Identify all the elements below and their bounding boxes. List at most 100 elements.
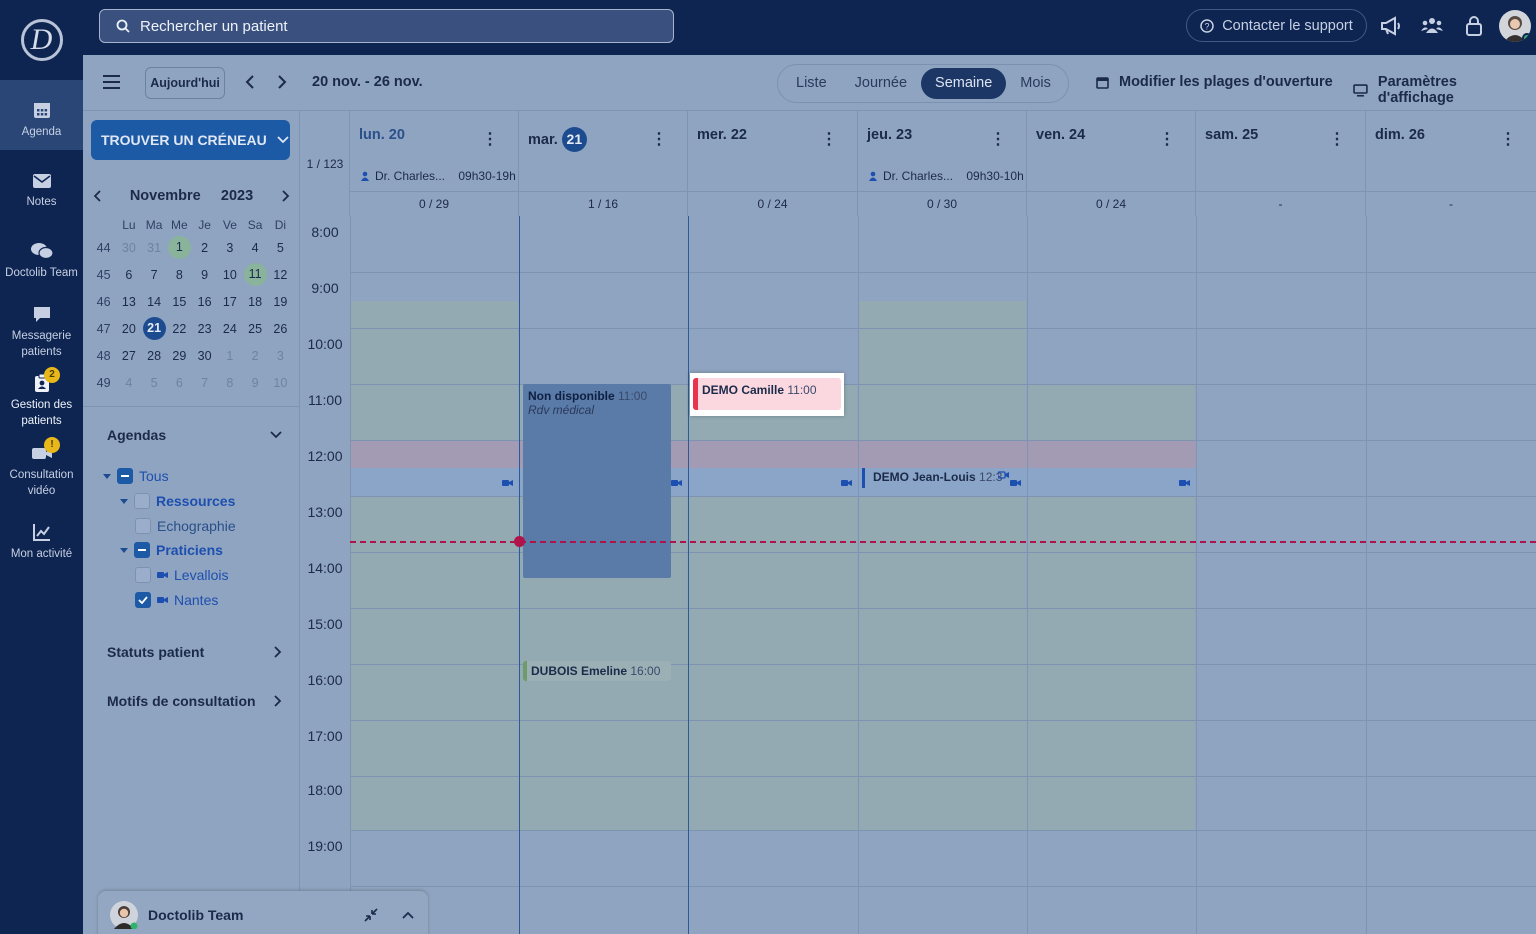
video-slot-band[interactable]: [350, 468, 1196, 496]
calendar-day[interactable]: 20: [116, 315, 141, 342]
calendar-day[interactable]: 27: [116, 342, 141, 369]
day-header-thu[interactable]: jeu. 23 ⋮ Dr. Charles... 09h30-10h 0 / 3…: [858, 111, 1027, 216]
calendar-day[interactable]: 18: [243, 288, 268, 315]
calendar-day[interactable]: 17: [217, 288, 242, 315]
calendar-day[interactable]: 21: [142, 315, 167, 342]
calendar-day[interactable]: 14: [142, 288, 167, 315]
calendar-day[interactable]: 9: [243, 369, 268, 396]
prev-month-icon[interactable]: [93, 190, 103, 202]
megaphone-icon[interactable]: [1379, 14, 1403, 38]
minimize-icon[interactable]: [364, 908, 378, 922]
calendar-day[interactable]: 29: [167, 342, 192, 369]
more-vert-icon[interactable]: ⋮: [1500, 129, 1516, 149]
checkbox-echographie[interactable]: [135, 518, 151, 534]
tab-mois[interactable]: Mois: [1006, 68, 1065, 99]
open-slot-block[interactable]: [350, 301, 518, 440]
checkbox-praticiens[interactable]: [134, 542, 150, 558]
calendar-day[interactable]: 16: [192, 288, 217, 315]
calendar-day[interactable]: 31: [142, 234, 167, 261]
calendar-day[interactable]: 30: [116, 234, 141, 261]
collapse-caret-icon[interactable]: [120, 547, 128, 553]
calendar-day[interactable]: 7: [142, 261, 167, 288]
checkbox-tous[interactable]: [117, 468, 133, 484]
display-settings-button[interactable]: Paramètres d'affichage: [1353, 74, 1536, 106]
calendar-day[interactable]: 3: [217, 234, 242, 261]
calendar-day[interactable]: 6: [167, 369, 192, 396]
calendar-day[interactable]: 2: [243, 342, 268, 369]
doctolib-team-chat-bar[interactable]: Doctolib Team: [98, 891, 428, 934]
calendar-day[interactable]: 9: [192, 261, 217, 288]
calendar-day[interactable]: 15: [167, 288, 192, 315]
tree-item-praticiens[interactable]: Praticiens: [120, 542, 223, 558]
event-dubois-emeline[interactable]: DUBOIS Emeline 16:00: [523, 661, 671, 681]
tree-item-levallois[interactable]: Levallois: [135, 567, 228, 583]
event-non-disponible[interactable]: Non disponible 11:00 Rdv médical: [523, 384, 671, 578]
calendar-day[interactable]: 11: [243, 261, 268, 288]
tree-item-echographie[interactable]: Echographie: [135, 518, 236, 534]
calendar-day[interactable]: 1: [217, 342, 242, 369]
modify-opening-hours-button[interactable]: Modifier les plages d'ouverture: [1096, 74, 1333, 90]
tree-item-tous[interactable]: Tous: [103, 468, 169, 484]
agendas-section-header[interactable]: Agendas: [107, 427, 282, 443]
day-header-sat[interactable]: sam. 25 ⋮ -: [1196, 111, 1366, 216]
calendar-day[interactable]: 7: [192, 369, 217, 396]
chevron-right-icon[interactable]: [276, 75, 288, 89]
calendar-day[interactable]: 10: [268, 369, 293, 396]
more-vert-icon[interactable]: ⋮: [821, 129, 837, 149]
calendar-day[interactable]: 6: [116, 261, 141, 288]
day-header-fri[interactable]: ven. 24 ⋮ 0 / 24: [1027, 111, 1196, 216]
more-vert-icon[interactable]: ⋮: [482, 129, 498, 149]
open-slot-block[interactable]: [1027, 384, 1195, 440]
more-vert-icon[interactable]: ⋮: [651, 129, 667, 149]
event-demo-jean-louis[interactable]: DEMO Jean-Louis 12:3: [862, 468, 1010, 488]
calendar-day[interactable]: 8: [167, 261, 192, 288]
nav-doctolib-team[interactable]: Doctolib Team: [0, 241, 83, 281]
checkbox-ressources[interactable]: [134, 493, 150, 509]
nav-notes[interactable]: Notes: [0, 172, 83, 210]
user-avatar[interactable]: [1499, 10, 1531, 42]
tree-item-ressources[interactable]: Ressources: [120, 493, 235, 509]
next-month-icon[interactable]: [280, 190, 290, 202]
calendar-day[interactable]: 13: [116, 288, 141, 315]
chevron-left-icon[interactable]: [244, 75, 256, 89]
calendar-day[interactable]: 8: [217, 369, 242, 396]
doctolib-logo[interactable]: D: [0, 0, 83, 80]
find-slot-button[interactable]: TROUVER UN CRÉNEAU: [91, 120, 290, 160]
nav-messagerie-patients[interactable]: Messagerie patients: [0, 304, 83, 360]
day-header-wed[interactable]: mer. 22 ⋮ 0 / 24: [688, 111, 858, 216]
collapse-caret-icon[interactable]: [103, 473, 111, 479]
event-demo-camille[interactable]: DEMO Camille 11:00: [693, 378, 841, 410]
calendar-day[interactable]: 22: [167, 315, 192, 342]
practitioner-slot[interactable]: Dr. Charles... 09h30-19h: [360, 169, 516, 183]
tab-liste[interactable]: Liste: [782, 68, 841, 99]
statuts-patient-header[interactable]: Statuts patient: [107, 644, 282, 660]
chevron-up-icon[interactable]: [402, 911, 414, 919]
calendar-day[interactable]: 5: [268, 234, 293, 261]
calendar-day[interactable]: 23: [192, 315, 217, 342]
lock-icon[interactable]: [1462, 14, 1486, 38]
day-header-mon[interactable]: lun. 20 ⋮ Dr. Charles... 09h30-19h 0 / 2…: [350, 111, 519, 216]
today-button[interactable]: Aujourd'hui: [145, 67, 225, 99]
checkbox-levallois[interactable]: [135, 567, 151, 583]
contact-support-button[interactable]: ? Contacter le support: [1186, 9, 1367, 42]
calendar-day[interactable]: 5: [142, 369, 167, 396]
calendar-day[interactable]: 26: [268, 315, 293, 342]
tab-semaine[interactable]: Semaine: [921, 68, 1007, 99]
day-header-sun[interactable]: dim. 26 ⋮ -: [1366, 111, 1536, 216]
users-icon[interactable]: [1420, 14, 1444, 38]
patient-search[interactable]: [99, 9, 674, 43]
motifs-consultation-header[interactable]: Motifs de consultation: [107, 693, 282, 709]
nav-gestion-patients[interactable]: Gestion des patients 2: [0, 367, 83, 429]
nav-consultation-video[interactable]: Consultation vidéo !: [0, 437, 83, 499]
nav-mon-activite[interactable]: Mon activité: [0, 522, 83, 562]
practitioner-slot[interactable]: Dr. Charles... 09h30-10h: [868, 169, 1024, 183]
checkbox-nantes[interactable]: [135, 592, 151, 608]
day-header-tue[interactable]: mar. 21 ⋮ 1 / 16: [519, 111, 688, 216]
menu-icon[interactable]: [103, 74, 121, 90]
calendar-day[interactable]: 4: [243, 234, 268, 261]
more-vert-icon[interactable]: ⋮: [1159, 129, 1175, 149]
calendar-day[interactable]: 10: [217, 261, 242, 288]
calendar-day[interactable]: 25: [243, 315, 268, 342]
more-vert-icon[interactable]: ⋮: [990, 129, 1006, 149]
calendar-day[interactable]: 30: [192, 342, 217, 369]
